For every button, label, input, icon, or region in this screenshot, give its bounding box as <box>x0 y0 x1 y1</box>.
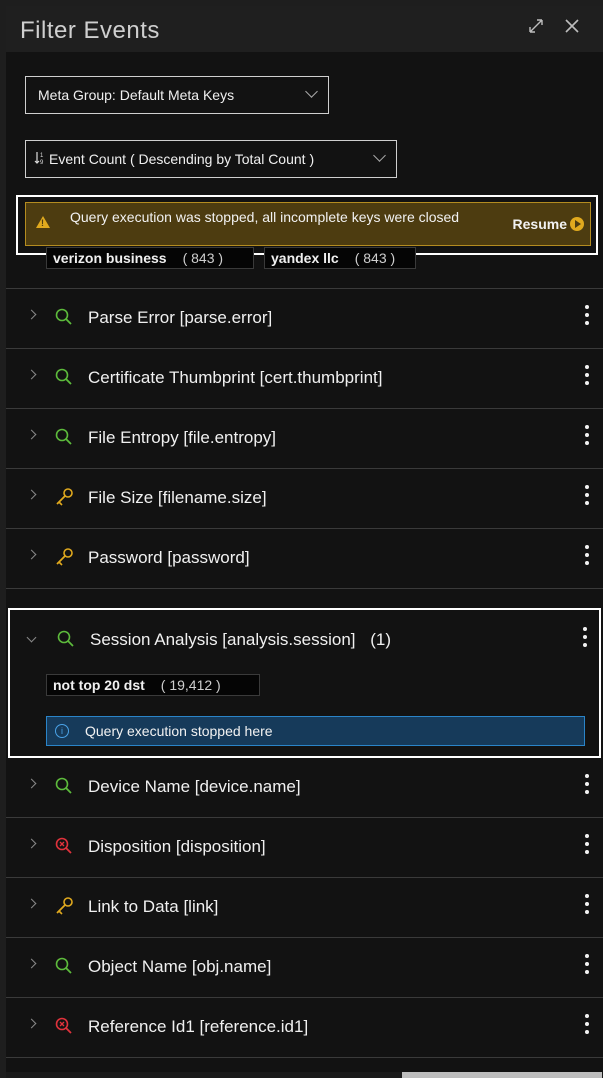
pill-count: ( 843 ) <box>354 250 396 266</box>
session-count: (1) <box>370 630 392 649</box>
chevron-right-icon[interactable] <box>26 958 37 969</box>
meta-key-label: Device Name [device.name] <box>88 777 301 796</box>
meta-key-label: Reference Id1 [reference.id1] <box>88 1017 309 1036</box>
chevron-right-icon[interactable] <box>26 309 37 320</box>
sort-icon: 19 <box>34 151 46 168</box>
meta-group-label: Meta Group: Default Meta Keys <box>38 87 235 103</box>
search-icon <box>55 628 77 655</box>
chevron-right-icon[interactable] <box>26 778 37 789</box>
resume-button[interactable]: Resume <box>513 216 584 232</box>
meta-key-label: Certificate Thumbprint [cert.thumbprint] <box>88 368 383 387</box>
value-pill[interactable]: not top 20 dst ( 19,412 ) <box>46 674 260 696</box>
meta-key-row[interactable]: Device Name [device.name] <box>6 758 603 818</box>
pill-value: verizon business <box>53 250 167 266</box>
sort-label: Event Count ( Descending by Total Count … <box>49 151 315 167</box>
pill-count: ( 843 ) <box>182 250 224 266</box>
session-analysis-row[interactable]: Session Analysis [analysis.session] (1) … <box>8 608 601 758</box>
search-icon <box>53 306 75 328</box>
meta-key-row[interactable]: Link to Data [link] <box>6 878 603 938</box>
meta-key-label: Parse Error [parse.error] <box>88 308 273 327</box>
value-pill[interactable]: verizon business ( 843 ) <box>46 247 254 269</box>
more-options-icon[interactable] <box>585 425 589 449</box>
search-icon <box>53 955 75 977</box>
pill-value: not top 20 dst <box>53 677 145 693</box>
info-icon: i <box>55 724 69 738</box>
more-options-icon[interactable] <box>585 365 589 389</box>
expand-icon[interactable] <box>526 16 546 42</box>
meta-key-label: File Entropy [file.entropy] <box>88 428 277 447</box>
chevron-right-icon[interactable] <box>26 838 37 849</box>
chevron-down-icon[interactable] <box>26 632 37 643</box>
chevron-right-icon[interactable] <box>26 429 37 440</box>
meta-key-row[interactable]: Certificate Thumbprint [cert.thumbprint] <box>6 349 603 409</box>
close-icon[interactable] <box>562 16 582 42</box>
more-options-icon[interactable] <box>585 894 589 918</box>
svg-text:1: 1 <box>40 153 44 159</box>
filter-events-panel: Filter Events Meta Group: Default Meta K… <box>6 6 603 1078</box>
meta-key-label: File Size [filename.size] <box>88 488 267 507</box>
meta-key-row[interactable]: Reference Id1 [reference.id1] <box>6 998 603 1058</box>
more-options-icon[interactable] <box>585 1014 589 1038</box>
meta-key-label: Link to Data [link] <box>88 897 219 916</box>
svg-text:9: 9 <box>40 160 44 165</box>
pill-count: ( 19,412 ) <box>160 677 221 693</box>
more-options-icon[interactable] <box>585 485 589 509</box>
resume-label: Resume <box>512 216 567 232</box>
session-key-label: Session Analysis [analysis.session] <box>90 630 356 649</box>
chevron-right-icon[interactable] <box>26 369 37 380</box>
error-search-icon <box>53 835 75 857</box>
meta-key-row[interactable]: Parse Error [parse.error] <box>6 289 603 349</box>
more-options-icon[interactable] <box>583 627 587 651</box>
value-pill[interactable]: yandex llc ( 843 ) <box>264 247 416 269</box>
key-icon <box>53 895 75 917</box>
chevron-right-icon[interactable] <box>26 489 37 500</box>
chevron-down-icon <box>373 149 386 162</box>
more-options-icon[interactable] <box>585 834 589 858</box>
chevron-right-icon[interactable] <box>26 549 37 560</box>
query-stopped-warning: ! Query execution was stopped, all incom… <box>25 202 591 246</box>
search-icon <box>53 366 75 388</box>
meta-group-select[interactable]: Meta Group: Default Meta Keys <box>25 76 329 114</box>
chevron-down-icon <box>305 85 318 98</box>
meta-key-row[interactable]: Object Name [obj.name] <box>6 938 603 998</box>
chevron-right-icon[interactable] <box>26 898 37 909</box>
more-options-icon[interactable] <box>585 305 589 329</box>
search-icon <box>53 775 75 797</box>
warning-icon: ! <box>36 216 50 228</box>
meta-key-row[interactable]: File Size [filename.size] <box>6 469 603 529</box>
sort-select[interactable]: 19 Event Count ( Descending by Total Cou… <box>25 140 397 178</box>
horizontal-scrollbar-thumb[interactable] <box>402 1072 602 1078</box>
error-search-icon <box>53 1015 75 1037</box>
warning-text: Query execution was stopped, all incompl… <box>70 209 460 225</box>
play-icon <box>570 217 584 231</box>
more-options-icon[interactable] <box>585 954 589 978</box>
more-options-icon[interactable] <box>585 774 589 798</box>
info-text: Query execution stopped here <box>85 723 273 739</box>
more-options-icon[interactable] <box>585 545 589 569</box>
meta-key-row[interactable]: File Entropy [file.entropy] <box>6 409 603 469</box>
meta-key-label: Disposition [disposition] <box>88 837 266 856</box>
search-icon <box>53 426 75 448</box>
key-icon <box>53 486 75 508</box>
chevron-right-icon[interactable] <box>26 1018 37 1029</box>
key-icon <box>53 546 75 568</box>
panel-header: Filter Events <box>6 6 603 52</box>
pill-value: yandex llc <box>271 250 339 266</box>
meta-key-label: Object Name [obj.name] <box>88 957 272 976</box>
query-stopped-info: i Query execution stopped here <box>46 716 585 746</box>
meta-key-row[interactable]: Password [password] <box>6 529 603 589</box>
meta-key-label: Session Analysis [analysis.session] (1) <box>90 630 391 650</box>
meta-key-row[interactable]: Disposition [disposition] <box>6 818 603 878</box>
panel-title: Filter Events <box>20 17 160 44</box>
meta-key-label: Password [password] <box>88 548 250 567</box>
